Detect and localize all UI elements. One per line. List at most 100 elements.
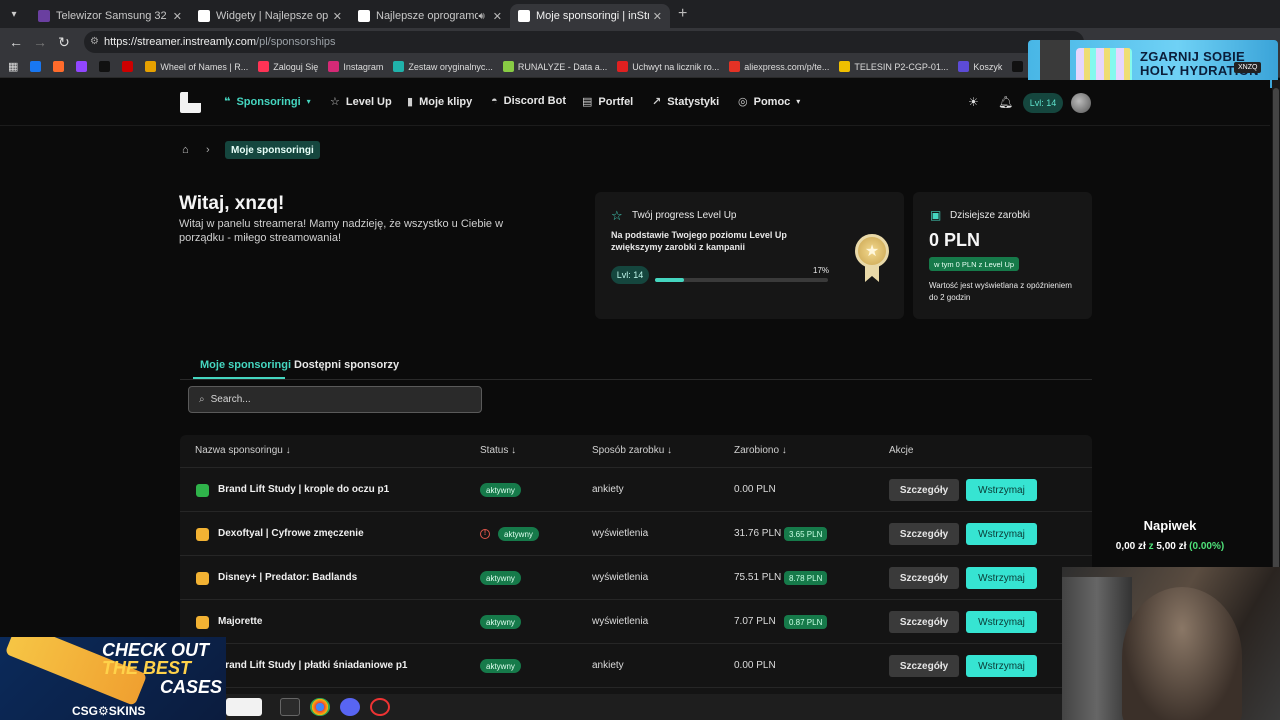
bookmark-item[interactable]	[76, 61, 91, 72]
tab-title: Najlepsze oprogramowanie	[376, 10, 479, 22]
levelup-level-pill: Lvl: 14	[611, 266, 649, 284]
bookmark-favicon-icon	[839, 61, 851, 72]
tip-title: Napiwek	[1143, 518, 1197, 533]
tab-available-sponsors[interactable]: Dostępni sponsorzy	[294, 359, 399, 371]
home-icon[interactable]: ⌂	[182, 144, 189, 156]
bookmark-label: Wheel of Names | R...	[160, 61, 249, 72]
pause-button[interactable]: Wstrzymaj	[966, 567, 1037, 589]
bookmark-label: Koszyk	[973, 61, 1003, 72]
bookmark-favicon-icon	[502, 61, 514, 72]
sponsorship-name: Majorette	[218, 616, 263, 627]
theme-toggle-icon[interactable]: ☀	[968, 95, 979, 109]
col-earned-header[interactable]: Zarobiono ↓	[734, 445, 787, 456]
bookmark-item[interactable]: Uchwyt na licznik ro...	[617, 61, 719, 72]
nav-item-portfel[interactable]: ▤ Portfel	[582, 95, 633, 109]
apps-icon[interactable]: ▦	[8, 60, 18, 73]
discord-taskbar-icon[interactable]	[340, 698, 360, 716]
star-icon: ☆	[330, 96, 340, 108]
browser-tab[interactable]: Najlepsze oprogramowanie🔊︎ ✕	[350, 4, 510, 28]
new-tab-button[interactable]: +	[678, 5, 687, 23]
bookmark-label: aliexpress.com/p/te...	[744, 61, 830, 72]
taskbar-widget-icon[interactable]	[226, 698, 262, 716]
bookmark-item[interactable]: Koszyk	[958, 61, 1002, 72]
search-input[interactable]	[210, 394, 461, 405]
instreamly-logo[interactable]	[180, 92, 201, 113]
bookmark-item[interactable]: Instagram	[328, 61, 383, 72]
bookmark-item[interactable]: Zaloguj Się	[258, 61, 318, 72]
close-tab-icon[interactable]: ✕	[493, 10, 502, 23]
level-badge[interactable]: Lvl: 14	[1023, 93, 1063, 113]
nav-item-level-up[interactable]: ☆ Level Up	[330, 95, 392, 109]
nav-label: Level Up	[345, 95, 392, 108]
bookmark-item[interactable]	[53, 61, 68, 72]
speaker-icon[interactable]: 🔊︎	[478, 11, 484, 22]
cans-image	[1076, 48, 1132, 84]
nav-label: Sponsoringi	[236, 95, 301, 108]
pause-button[interactable]: Wstrzymaj	[966, 523, 1037, 545]
nav-item-moje-klipy[interactable]: ▮ Moje klipy	[407, 95, 472, 109]
site-info-icon[interactable]: ⚙	[90, 36, 99, 47]
tab-my-sponsorships[interactable]: Moje sponsoringi	[200, 359, 291, 371]
close-tab-icon[interactable]: ✕	[653, 10, 662, 23]
search-field[interactable]: ⌕	[188, 386, 482, 413]
levelup-desc: Na podstawie Twojego poziomu Level Up zw…	[611, 230, 787, 252]
csg-line3: CASES	[159, 677, 222, 697]
details-button[interactable]: Szczegóły	[889, 567, 959, 589]
details-button[interactable]: Szczegóły	[889, 479, 959, 501]
avatar[interactable]	[1071, 93, 1091, 113]
bookmark-label: Zestaw oryginalnyc...	[408, 61, 493, 72]
earned-amount: 0.00 PLN	[734, 660, 776, 671]
nav-item-statystyki[interactable]: ↗ Statystyki	[652, 95, 720, 109]
nav-item-pomoc[interactable]: ◎ Pomoc ▾	[738, 95, 800, 109]
reload-icon[interactable]: ↻	[52, 34, 76, 51]
bookmark-item[interactable]	[99, 61, 114, 72]
tab-title: Moje sponsoringi | inStreamly	[536, 10, 649, 22]
browser-tab[interactable]: Widgety | Najlepsze oprogramo ✕	[190, 4, 350, 28]
bookmark-item[interactable]	[122, 61, 137, 72]
bookmark-favicon-icon	[53, 61, 65, 72]
bookmark-item[interactable]: RUNALYZE - Data a...	[502, 61, 608, 72]
tip-goal: 5,00 zł	[1156, 541, 1187, 552]
details-button[interactable]: Szczegóły	[889, 655, 959, 677]
tip-sep: z	[1145, 541, 1157, 552]
nav-label: Statystyki	[667, 95, 720, 108]
tab-favicon-icon	[198, 10, 210, 22]
details-button[interactable]: Szczegóły	[889, 611, 959, 633]
terminal-icon[interactable]	[280, 698, 300, 716]
bookmark-favicon-icon	[1012, 61, 1024, 72]
table-row: Dexoftyal | Cyfrowe zmęczenie ! aktywny …	[180, 512, 1092, 556]
warning-icon[interactable]: !	[480, 529, 490, 539]
back-icon[interactable]: ←	[4, 34, 28, 50]
bookmark-item[interactable]	[30, 61, 45, 72]
nav-item-discord-bot[interactable]: ◓ Discord Bot	[491, 95, 566, 107]
close-tab-icon[interactable]: ✕	[173, 10, 182, 23]
bookmark-item[interactable]: Zestaw oryginalnyc...	[393, 61, 493, 72]
bell-icon[interactable]: 🔔︎	[998, 95, 1013, 109]
bookmark-item[interactable]: aliexpress.com/p/te...	[729, 61, 829, 72]
page-title: Witaj, xnzq!	[179, 193, 285, 214]
col-status-header[interactable]: Status ↓	[480, 445, 516, 456]
megaphone-icon: ❝	[224, 96, 231, 108]
wallet-icon: ▣	[930, 208, 942, 222]
chrome-icon[interactable]	[310, 698, 330, 716]
browser-tab[interactable]: Telewizor Samsung 32 cale LE32 ✕	[30, 4, 190, 28]
nav-item-sponsoringi[interactable]: ❝ Sponsoringi ▾	[224, 95, 311, 109]
earnings-levelup-badge: w tym 0 PLN z Level Up	[929, 257, 1020, 271]
details-button[interactable]: Szczegóły	[889, 523, 959, 545]
address-bar[interactable]: ⚙ https://streamer.instreamly.com/pl/spo…	[84, 31, 1084, 53]
obs-icon[interactable]	[370, 698, 390, 716]
bookmark-item[interactable]: Wheel of Names | R...	[145, 61, 248, 72]
pause-button[interactable]: Wstrzymaj	[966, 611, 1037, 633]
bookmark-label: RUNALYZE - Data a...	[517, 61, 608, 72]
tab-title: Widgety | Najlepsze oprogramo	[216, 10, 329, 22]
bookmark-item[interactable]: TELESIN P2-CGP-01...	[839, 61, 948, 72]
tab-favicon-icon	[38, 10, 50, 22]
pause-button[interactable]: Wstrzymaj	[966, 479, 1037, 501]
pause-button[interactable]: Wstrzymaj	[966, 655, 1037, 677]
col-way-header[interactable]: Sposób zarobku ↓	[592, 445, 672, 456]
browser-tab[interactable]: Moje sponsoringi | inStreamly ✕	[510, 4, 670, 28]
col-name-header[interactable]: Nazwa sponsoringu ↓	[195, 445, 291, 456]
forward-icon[interactable]: →	[28, 34, 52, 50]
tab-search-icon[interactable]: ▾	[6, 6, 22, 22]
close-tab-icon[interactable]: ✕	[333, 10, 342, 23]
